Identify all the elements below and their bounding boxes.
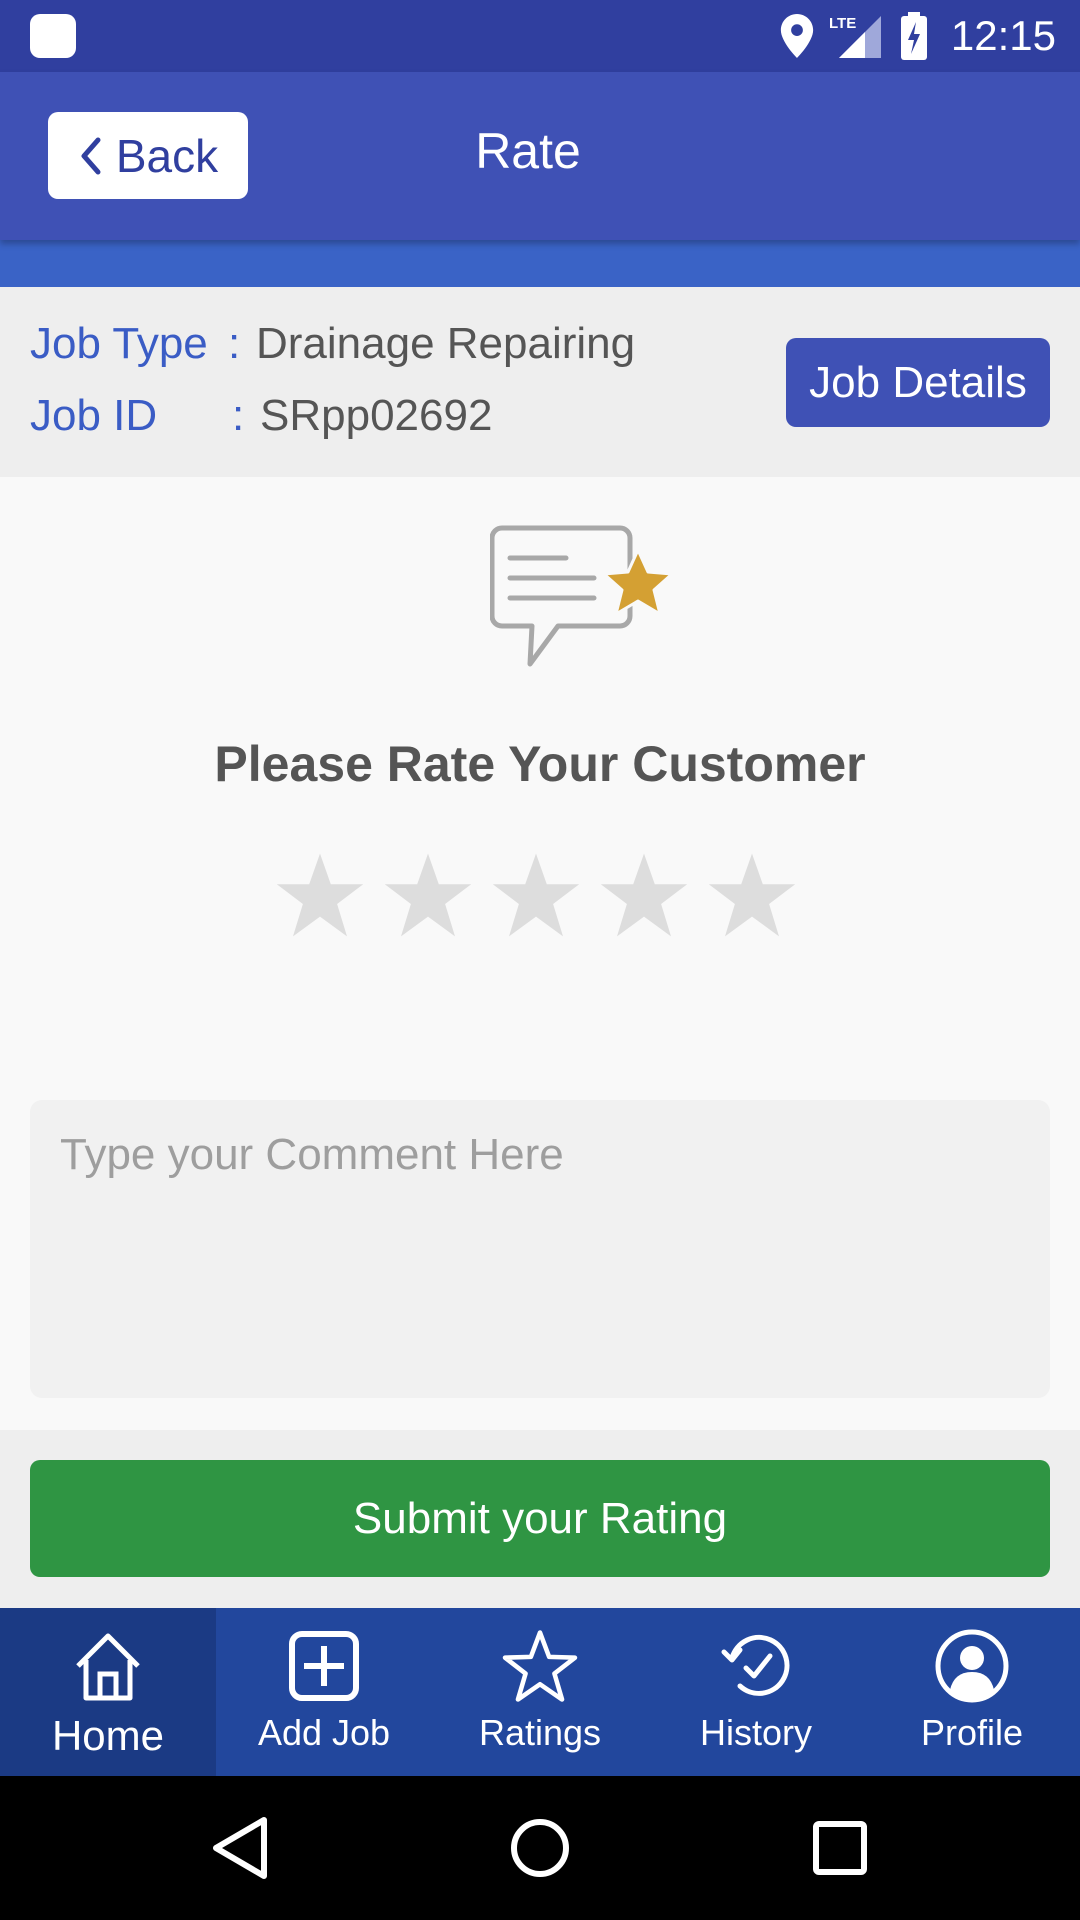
job-type-row: Job Type : Drainage Repairing	[30, 319, 635, 369]
location-icon	[780, 14, 814, 58]
star-3-button[interactable]	[491, 850, 581, 940]
job-info-panel: Job Type : Drainage Repairing Job ID : S…	[0, 287, 1080, 477]
star-5-button[interactable]	[707, 850, 797, 940]
nav-add-job[interactable]: Add Job	[216, 1608, 432, 1776]
job-id-value: SRpp02692	[260, 391, 493, 440]
profile-icon	[935, 1629, 1009, 1703]
submit-rating-button[interactable]: Submit your Rating	[30, 1460, 1050, 1577]
battery-charging-icon	[900, 12, 927, 60]
bottom-navigation: Home Add Job Ratings History Profile	[0, 1608, 1080, 1776]
star-rating	[275, 850, 797, 940]
app-notification-icon	[30, 14, 76, 58]
app-bar: Back Rate	[0, 72, 1080, 240]
star-outline-icon	[502, 1630, 578, 1702]
job-details-button[interactable]: Job Details	[786, 338, 1050, 427]
nav-profile[interactable]: Profile	[864, 1608, 1080, 1776]
system-navigation-bar	[0, 1776, 1080, 1920]
star-1-button[interactable]	[275, 850, 365, 940]
recents-square-icon[interactable]	[804, 1812, 876, 1884]
job-id-separator: :	[232, 391, 245, 440]
add-box-icon	[289, 1631, 359, 1701]
header-banner-strip	[0, 240, 1080, 287]
job-type-label: Job Type	[30, 319, 208, 368]
status-time: 12:15	[950, 12, 1056, 59]
history-icon	[721, 1634, 790, 1696]
nav-ratings-label: Ratings	[478, 1712, 602, 1753]
status-bar: LTE 12:15	[0, 0, 1080, 72]
submit-area: Submit your Rating	[0, 1430, 1080, 1608]
job-id-label: Job ID	[30, 391, 158, 440]
status-icons: LTE 12:15	[779, 0, 1056, 72]
nav-profile-label: Profile	[920, 1712, 1024, 1753]
back-triangle-icon[interactable]	[204, 1812, 276, 1884]
nav-home[interactable]: Home	[0, 1608, 216, 1776]
comment-input[interactable]	[30, 1100, 1050, 1398]
star-2-button[interactable]	[383, 850, 473, 940]
job-type-separator: :	[228, 319, 241, 368]
lte-signal-icon: LTE	[829, 15, 881, 58]
svg-text:LTE: LTE	[829, 15, 856, 32]
home-icon	[76, 1633, 140, 1701]
job-type-value: Drainage Repairing	[256, 319, 636, 368]
rating-heading: Please Rate Your Customer	[214, 736, 866, 792]
nav-history-label: History	[699, 1712, 812, 1753]
nav-ratings[interactable]: Ratings	[432, 1608, 648, 1776]
nav-home-label: Home	[51, 1712, 165, 1759]
page-title: Rate	[475, 123, 581, 179]
nav-history[interactable]: History	[648, 1608, 864, 1776]
job-id-row: Job ID : SRpp02692	[30, 391, 492, 441]
star-4-button[interactable]	[599, 850, 689, 940]
nav-add-job-label: Add Job	[257, 1712, 391, 1753]
home-circle-icon[interactable]	[504, 1812, 576, 1884]
rating-comment-icon	[490, 525, 674, 667]
